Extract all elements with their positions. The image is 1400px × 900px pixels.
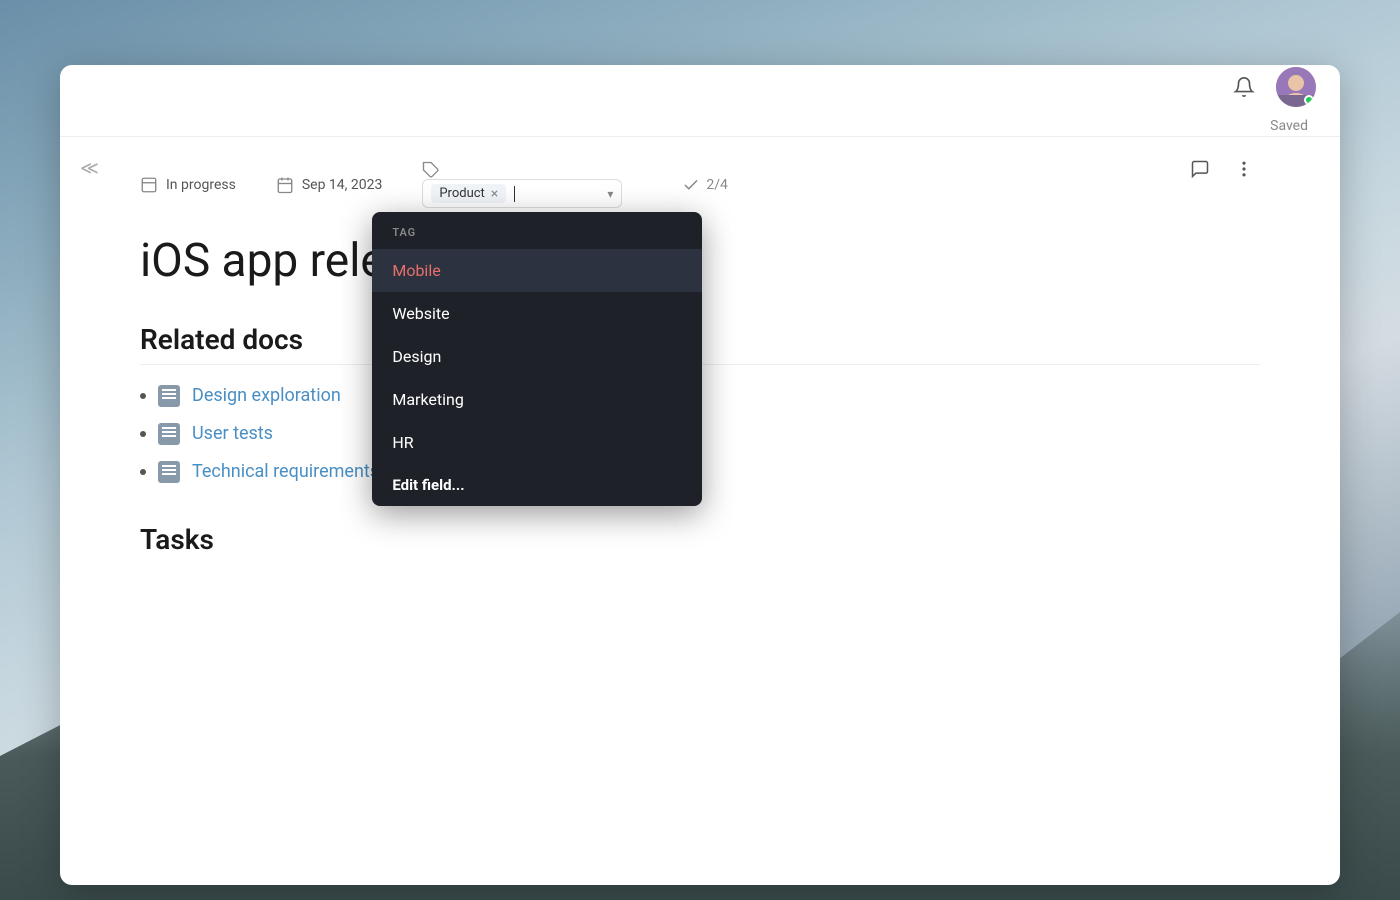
tag-dropdown-menu: TAG Mobile Website Design Marketing HR xyxy=(372,212,702,506)
notifications-bell-icon[interactable] xyxy=(1228,71,1260,103)
more-options-icon[interactable] xyxy=(1228,153,1260,185)
doc-icon xyxy=(158,423,180,445)
check-icon xyxy=(682,176,700,194)
dropdown-item-hr-label: HR xyxy=(392,433,413,452)
dropdown-item-website-label: Website xyxy=(392,304,449,323)
dropdown-item-marketing[interactable]: Marketing xyxy=(372,378,702,421)
top-bar: Saved xyxy=(60,65,1340,137)
date-label: Sep 14, 2023 xyxy=(302,177,383,193)
doc-icon xyxy=(158,461,180,483)
tag-input-field[interactable]: Product × ▾ xyxy=(422,179,622,208)
date-field[interactable]: Sep 14, 2023 xyxy=(276,176,383,194)
doc-link-design-exploration[interactable]: Design exploration xyxy=(192,385,341,406)
dropdown-header: TAG xyxy=(372,212,702,249)
avatar[interactable] xyxy=(1276,67,1316,107)
comments-icon[interactable] xyxy=(1184,153,1216,185)
tag-icon xyxy=(422,161,440,179)
bullet-dot xyxy=(140,431,146,437)
check-count-label: 2/4 xyxy=(706,177,728,193)
dropdown-edit-field-button[interactable]: Edit field... xyxy=(372,464,702,506)
tag-field-container: Product × ▾ TAG Mobile Website xyxy=(422,161,622,208)
dropdown-item-design[interactable]: Design xyxy=(372,335,702,378)
tag-text-cursor xyxy=(514,186,515,202)
doc-link-user-tests[interactable]: User tests xyxy=(192,423,273,444)
status-icon xyxy=(140,176,158,194)
tag-icon-label xyxy=(422,161,622,179)
content-area: In progress Sep 14, 2023 xyxy=(60,137,1340,580)
dropdown-item-marketing-label: Marketing xyxy=(392,390,463,409)
dropdown-item-design-label: Design xyxy=(392,347,441,366)
dropdown-item-mobile-label: Mobile xyxy=(392,261,440,280)
dropdown-item-hr[interactable]: HR xyxy=(372,421,702,464)
doc-link-technical-requirements[interactable]: Technical requirements xyxy=(192,461,379,482)
meta-row: In progress Sep 14, 2023 xyxy=(140,161,1260,208)
bullet-dot xyxy=(140,469,146,475)
action-icons-group xyxy=(1184,153,1260,185)
dropdown-item-mobile[interactable]: Mobile xyxy=(372,249,702,292)
saved-status: Saved xyxy=(1270,118,1308,134)
calendar-icon xyxy=(276,176,294,194)
tag-chip-label: Product xyxy=(439,186,484,201)
tag-remove-button[interactable]: × xyxy=(491,187,498,201)
check-count-field: 2/4 xyxy=(682,176,728,194)
doc-icon xyxy=(158,385,180,407)
online-indicator xyxy=(1304,95,1314,105)
dropdown-item-website[interactable]: Website xyxy=(372,292,702,335)
bullet-dot xyxy=(140,393,146,399)
tasks-heading: Tasks xyxy=(140,523,1260,556)
tag-chip-product: Product × xyxy=(431,184,506,203)
collapse-panel-button[interactable]: ≪ xyxy=(72,150,107,187)
tag-dropdown-chevron[interactable]: ▾ xyxy=(607,187,613,201)
main-panel: Saved In progress xyxy=(60,65,1340,885)
status-field[interactable]: In progress xyxy=(140,176,236,194)
status-label: In progress xyxy=(166,177,236,193)
